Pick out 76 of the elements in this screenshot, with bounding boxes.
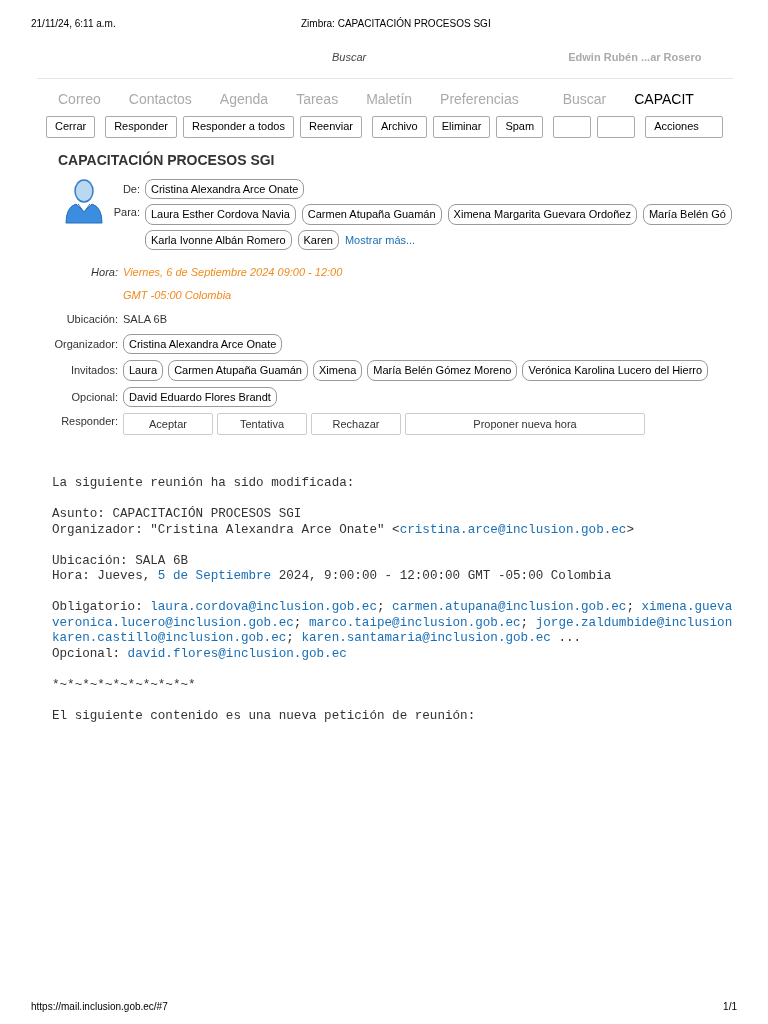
response-button[interactable]: Rechazar — [311, 413, 401, 435]
blank-toolbar-button[interactable] — [597, 115, 636, 138]
body-text: ; — [377, 600, 386, 614]
person-chip[interactable]: David Eduardo Flores Brandt — [123, 386, 277, 407]
field-label: Para: — [112, 205, 140, 220]
body-text: Opcional: — [52, 646, 122, 661]
print-url: https://mail.inclusion.gob.ec/#7 — [31, 1000, 168, 1014]
app-tab[interactable]: CAPACIT — [634, 88, 694, 110]
body-text: ; — [520, 615, 530, 630]
body-text: El siguiente contenido es una nueva petición de reunión: — [52, 708, 476, 723]
body-text: Organizador: "Cristina Alexandra Arce Onate" < — [52, 522, 400, 537]
email-link[interactable]: marco.taipe@inclusion.gob.ec — [308, 615, 521, 630]
page-number: 1/1 — [723, 1000, 737, 1014]
email-link[interactable]: david.flores@inclusion.gob.ec — [127, 646, 347, 661]
email-link[interactable]: karen.castillo@inclusion.gob.ec — [52, 631, 287, 645]
response-button[interactable]: Aceptar — [123, 413, 213, 435]
search-link[interactable]: Buscar — [332, 49, 367, 66]
person-chip[interactable]: Karen — [297, 229, 339, 250]
body-text: *~*~*~*~*~*~*~*~*~* — [52, 677, 196, 692]
person-chip[interactable]: María Belén Gó — [642, 204, 732, 225]
body-text: La siguiente reunión ha sido modificada: — [52, 476, 355, 490]
meeting-time: GMT -05:00 Colombia — [123, 287, 233, 303]
email-link[interactable]: carmen.atupana@inclusion.gob.ec — [392, 600, 627, 614]
toolbar-button[interactable]: Cerrar — [46, 115, 96, 138]
email-link[interactable]: laura.cordova@inclusion.gob.ec — [150, 600, 377, 614]
field-label: Invitados: — [69, 363, 118, 378]
person-chip[interactable]: Carmen Atupaña Guamán — [168, 360, 308, 381]
person-chip[interactable]: Laura Esther Cordova Navia — [145, 204, 296, 225]
person-chip[interactable]: Ximena — [312, 360, 363, 381]
body-text: ; — [286, 631, 295, 645]
toolbar-button[interactable]: Reenviar — [299, 115, 362, 138]
email-link[interactable]: 5 de Septiembre — [157, 569, 272, 583]
toolbar-button[interactable]: Eliminar — [432, 115, 491, 138]
field-label: Organizador: — [53, 336, 118, 352]
blank-toolbar-button[interactable] — [553, 115, 592, 138]
body-text: Obligatorio: — [52, 600, 144, 614]
print-title: Zimbra: CAPACITACIÓN PROCESOS SGI — [301, 16, 491, 31]
meeting-time: Viernes, 6 de Septiembre 2024 09:00 - 12:00 — [123, 265, 343, 280]
body-text: 2024, 9:00:00 - 12:00:00 GMT -05:00 Colombia — [277, 569, 612, 583]
toolbar-button[interactable]: Responder a todos — [183, 115, 294, 138]
toolbar-button[interactable]: Archivo — [372, 115, 427, 138]
field-label: Opcional: — [70, 389, 118, 405]
person-chip[interactable]: Ximena Margarita Guevara Ordoñez — [447, 204, 637, 225]
body-text: ; — [293, 615, 303, 630]
actions-menu-button[interactable]: Acciones — [645, 115, 724, 138]
person-chip[interactable]: Cristina Alexandra Arce Onate — [123, 333, 283, 354]
response-button[interactable]: Proponer nueva hora — [405, 413, 645, 435]
body-text: ... — [557, 631, 582, 645]
person-chip[interactable]: María Belén Gómez Moreno — [367, 360, 518, 381]
response-button[interactable]: Tentativa — [217, 413, 307, 435]
email-link[interactable]: cristina.arce@inclusion.gob.ec — [399, 522, 627, 537]
person-chip[interactable]: Laura — [123, 360, 164, 381]
toolbar-button[interactable]: Responder — [105, 115, 177, 138]
email-link[interactable]: jorge.zaldumbide@inclusion — [535, 615, 733, 630]
print-date: 21/11/24, 6:11 a.m. — [31, 17, 117, 31]
field-label: Responder: — [60, 414, 118, 429]
person-chip[interactable]: Verónica Karolina Lucero del Hierro — [522, 360, 709, 381]
toolbar-button[interactable]: Spam — [496, 115, 544, 138]
person-chip[interactable]: Karla Ivonne Albán Romero — [145, 229, 292, 250]
email-link[interactable]: ximena.gueva — [641, 600, 733, 614]
body-text: ; — [626, 600, 635, 614]
field-label: Ubicación: — [65, 312, 118, 327]
field-label: Hora: — [90, 265, 118, 280]
email-link[interactable]: veronica.lucero@inclusion.gob.ec — [52, 615, 294, 630]
body-text: Asunto: CAPACITACIÓN PROCESOS SGI — [52, 507, 302, 521]
body-text: > — [626, 522, 634, 537]
body-text: Hora: Jueves, — [52, 569, 152, 583]
person-avatar-icon — [64, 178, 104, 225]
email-link[interactable]: karen.santamaria@inclusion.gob.ec — [301, 631, 551, 645]
person-chip[interactable]: Cristina Alexandra Arce Onate — [145, 178, 305, 199]
field-label: De: — [121, 181, 140, 197]
person-chip[interactable]: Carmen Atupaña Guamán — [301, 204, 442, 225]
show-more-link[interactable]: Mostrar más... — [344, 231, 416, 248]
location-value: SALA 6B — [123, 312, 168, 327]
body-text: Ubicación: SALA 6B — [52, 553, 189, 568]
message-subject: CAPACITACIÓN PROCESOS SGI — [58, 150, 276, 170]
